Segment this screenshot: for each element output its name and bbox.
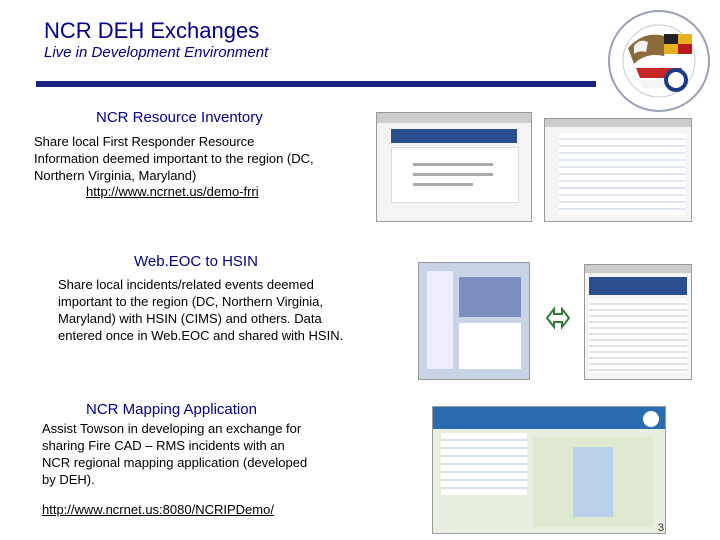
title-rule: [36, 81, 596, 87]
ncr-seal-icon: [608, 10, 710, 112]
double-arrow-icon: [546, 306, 570, 330]
slide-subtitle: Live in Development Environment: [44, 44, 269, 61]
page-number: 3: [657, 522, 664, 534]
section-title-mapping: NCR Mapping Application: [86, 401, 257, 418]
link-resource-inventory[interactable]: http://www.ncrnet.us/demo-frri: [86, 184, 259, 199]
mapping-app-screenshot: [432, 406, 666, 534]
section-body-resource-inventory: Share local First Responder Resource Inf…: [34, 134, 314, 183]
section-body-mapping: Assist Towson in developing an exchange …: [42, 421, 308, 487]
hsin-screenshot: [584, 264, 692, 380]
resource-inventory-screenshot-1: [376, 112, 532, 222]
section-title-resource-inventory: NCR Resource Inventory: [96, 109, 263, 126]
section-title-webeoc: Web.EOC to HSIN: [134, 253, 258, 270]
resource-inventory-screenshot-2: [544, 118, 692, 222]
webeoc-screenshot: [418, 262, 530, 380]
slide-title: NCR DEH Exchanges: [44, 18, 260, 43]
link-mapping[interactable]: http://www.ncrnet.us:8080/NCRIPDemo/: [42, 502, 274, 517]
section-body-webeoc: Share local incidents/related events dee…: [58, 277, 344, 343]
